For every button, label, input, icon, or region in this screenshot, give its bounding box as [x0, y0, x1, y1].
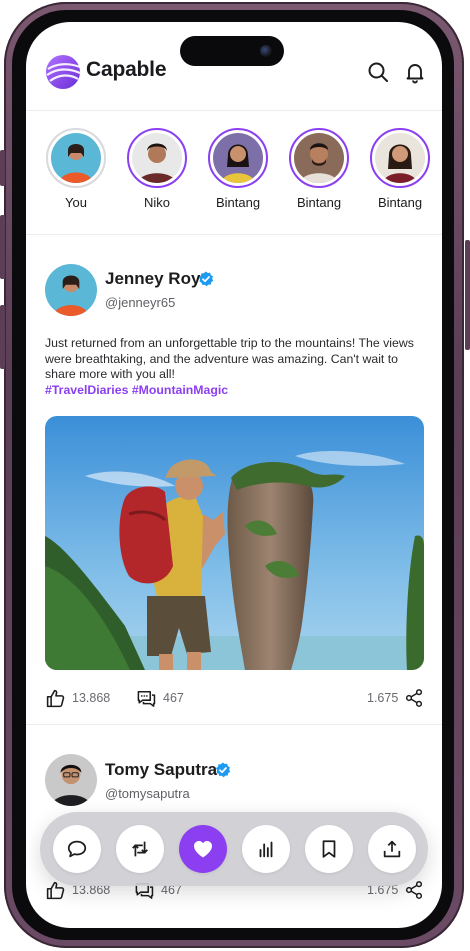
story-item-bintang[interactable]: Bintang [287, 128, 351, 210]
post-image[interactable] [45, 416, 424, 670]
story-name: Bintang [377, 195, 423, 210]
comment-fab[interactable] [53, 825, 101, 873]
story-name: Bintang [215, 195, 261, 210]
heart-icon [194, 841, 212, 858]
story-avatar-ring [370, 128, 430, 188]
avatar [51, 133, 101, 183]
logo-icon [45, 54, 81, 90]
side-button [465, 240, 470, 350]
post-text: Just returned from an unforgettable trip… [45, 336, 425, 398]
upload-fab[interactable] [368, 825, 416, 873]
bookmark-fab[interactable] [305, 825, 353, 873]
phone-screen: Capable You Niko Bintang Bintang Bintang… [26, 22, 442, 928]
search-icon[interactable] [366, 60, 390, 84]
share-upload-icon [383, 840, 401, 858]
side-button [0, 150, 5, 186]
bell-icon[interactable] [403, 60, 427, 84]
post-body: Just returned from an unforgettable trip… [45, 336, 414, 382]
stories-row: You Niko Bintang Bintang Bintang [26, 110, 442, 235]
story-name: Bintang [296, 195, 342, 210]
story-avatar-ring [127, 128, 187, 188]
story-item-you[interactable]: You [44, 128, 108, 210]
story-name: You [65, 195, 87, 210]
like-fab[interactable] [179, 825, 227, 873]
side-button [0, 305, 5, 369]
stats-icon [259, 841, 273, 858]
share-button[interactable]: 1.675 [367, 686, 424, 710]
post-card: Jenney Roy @jenneyr65 Just returned from… [26, 234, 442, 725]
share-icon [406, 689, 423, 707]
author-handle: @tomysaputra [105, 786, 190, 801]
author-avatar[interactable] [45, 264, 97, 316]
verified-badge-icon [215, 762, 231, 778]
avatar [213, 133, 263, 183]
app-title: Capable [86, 58, 167, 81]
comments-icon [137, 690, 156, 707]
story-item-niko[interactable]: Niko [125, 128, 189, 210]
avatar [294, 133, 344, 183]
story-item-bintang[interactable]: Bintang [206, 128, 270, 210]
like-button[interactable]: 13.868 [45, 686, 110, 710]
story-avatar-ring [208, 128, 268, 188]
story-avatar-ring [289, 128, 349, 188]
post-actions: 13.868 467 1.675 [45, 686, 425, 710]
repost-icon [132, 841, 148, 857]
bookmark-icon [322, 840, 336, 858]
story-item-bintang[interactable]: Bintang [368, 128, 432, 210]
author-avatar[interactable] [45, 754, 97, 806]
comment-button[interactable]: 467 [135, 686, 184, 710]
like-count: 13.868 [72, 691, 111, 705]
stats-fab[interactable] [242, 825, 290, 873]
camera-icon [260, 45, 272, 57]
post-hashtags[interactable]: #TravelDiaries #MountainMagic [45, 383, 228, 397]
verified-badge-icon [198, 271, 214, 287]
bottom-action-bar [40, 812, 428, 886]
repost-fab[interactable] [116, 825, 164, 873]
thumbs-up-icon [46, 689, 65, 707]
share-count: 1.675 [367, 691, 399, 705]
avatar [132, 133, 182, 183]
author-handle: @jenneyr65 [105, 295, 176, 310]
story-name: Niko [143, 195, 170, 210]
share-icon [406, 881, 423, 899]
story-avatar-ring [46, 128, 106, 188]
author-name[interactable]: Tomy Saputra [105, 760, 217, 780]
comment-icon [67, 840, 87, 858]
avatar [375, 133, 425, 183]
author-name[interactable]: Jenney Roy [105, 269, 200, 289]
dynamic-island [180, 36, 284, 66]
comment-count: 467 [163, 691, 184, 705]
side-button [0, 215, 5, 279]
